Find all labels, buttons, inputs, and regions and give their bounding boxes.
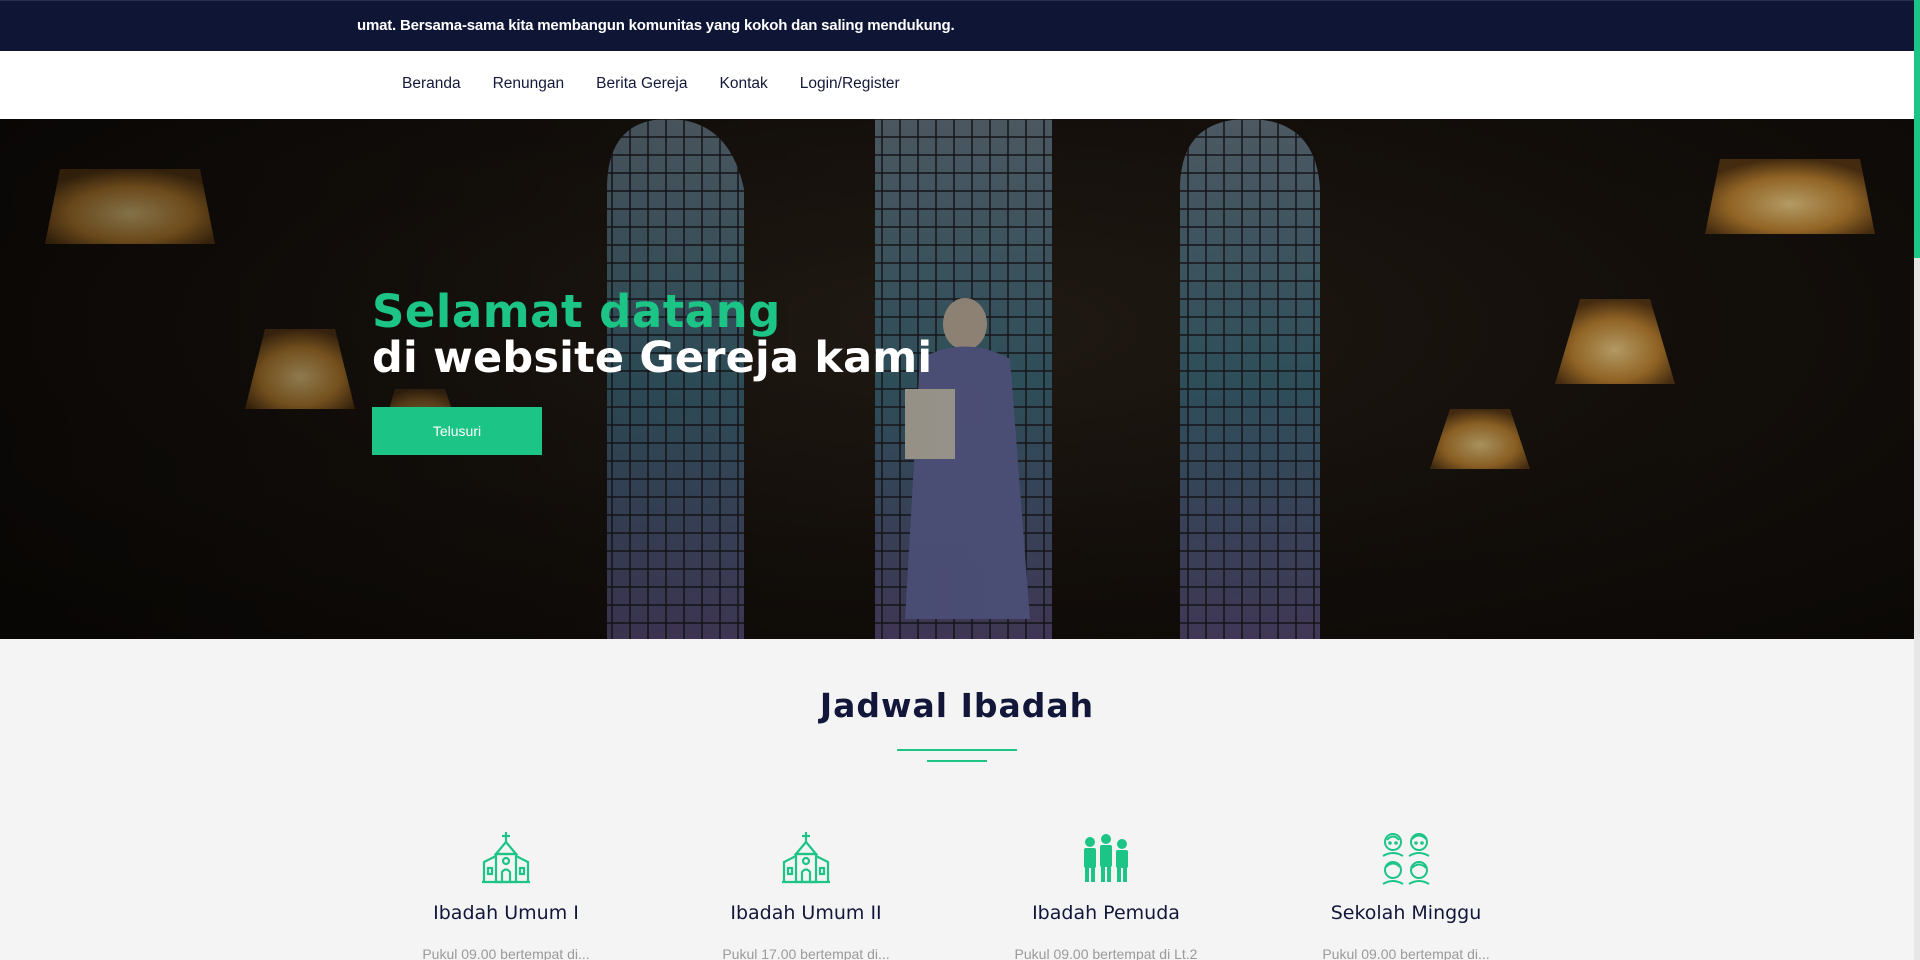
hero-banner: Selamat datang di website Gereja kami Te… [0,119,1914,639]
section-title-jadwal-ibadah: Jadwal Ibadah [819,686,1095,725]
section-divider [897,749,1017,751]
nav-item-login-register[interactable]: Login/Register [800,75,900,93]
nav-item-kontak[interactable]: Kontak [719,75,767,93]
service-description: Pukul 09.00 bertempat di... [422,946,590,960]
announcement-bar: umat. Bersama-sama kita membangun komuni… [0,0,1914,51]
service-description: Pukul 17.00 bertempat di... [722,946,890,960]
service-card-sekolah-minggu: Sekolah Minggu Pukul 09.00 bertempat di.… [1286,830,1526,960]
service-description: Pukul 09.00 bertempat di Lt.2 [1014,946,1198,960]
hero-title-highlight: Selamat datang [372,285,781,338]
church-icon [782,832,830,884]
nav-item-renungan[interactable]: Renungan [493,75,565,93]
hero-title: di website Gereja kami [372,333,933,383]
service-description: Pukul 09.00 bertempat di... [1322,946,1490,960]
explore-button[interactable]: Telusuri [372,407,542,455]
page-scrollbar-thumb[interactable] [1914,0,1920,258]
service-card-ibadah-umum-2: Ibadah Umum II Pukul 17.00 bertempat di.… [686,830,926,960]
announcement-text: umat. Bersama-sama kita membangun komuni… [357,17,955,34]
church-icon [482,832,530,884]
service-name: Sekolah Minggu [1330,902,1482,924]
nav-item-beranda[interactable]: Beranda [402,75,461,93]
service-name: Ibadah Umum II [730,902,882,924]
service-card-ibadah-umum-1: Ibadah Umum I Pukul 09.00 bertempat di..… [386,830,626,960]
section-divider-short [927,760,987,762]
youth-group-icon [1084,834,1128,882]
hero-overlay [0,119,1914,639]
service-card-ibadah-pemuda: Ibadah Pemuda Pukul 09.00 bertempat di L… [986,830,1226,960]
service-name: Ibadah Umum I [433,902,579,924]
main-navbar: Beranda Renungan Berita Gereja Kontak Lo… [0,51,1914,119]
nav-item-berita-gereja[interactable]: Berita Gereja [596,75,687,93]
children-icon [1382,833,1430,885]
service-name: Ibadah Pemuda [1032,902,1180,924]
nav-menu: Beranda Renungan Berita Gereja Kontak Lo… [402,75,900,93]
